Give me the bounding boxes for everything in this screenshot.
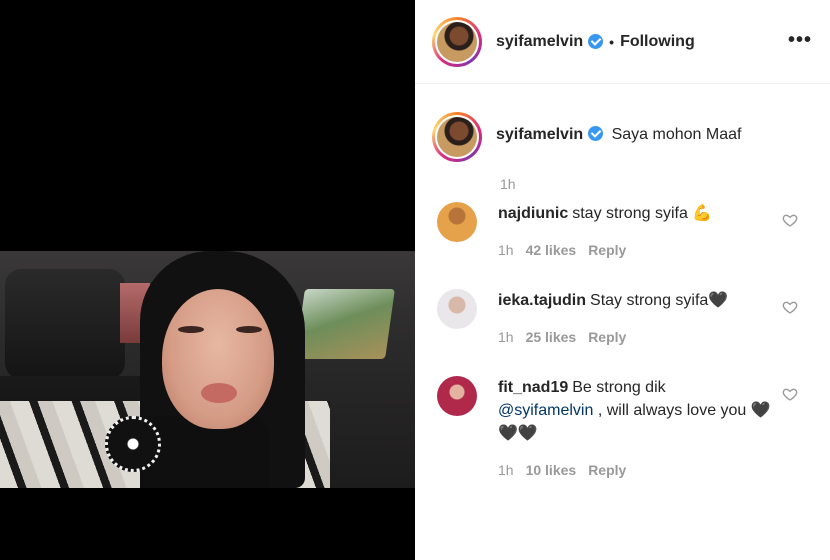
- caption-text: Saya mohon Maaf: [611, 126, 742, 143]
- comment-time[interactable]: 1h: [498, 242, 514, 258]
- header-username[interactable]: syifamelvin: [496, 33, 583, 51]
- comment-username[interactable]: ieka.tajudin: [498, 292, 586, 309]
- avatar[interactable]: [437, 21, 477, 62]
- comment-time[interactable]: 1h: [498, 462, 514, 478]
- caption-username[interactable]: syifamelvin: [496, 126, 583, 143]
- comment-likes[interactable]: 25 likes: [526, 329, 577, 345]
- car-window-right: [295, 289, 395, 359]
- post-media: [0, 0, 415, 560]
- comment-likes[interactable]: 42 likes: [526, 242, 577, 258]
- more-options-icon[interactable]: •••: [788, 30, 812, 50]
- left-eye: [178, 326, 204, 333]
- right-eye: [236, 326, 262, 333]
- commenter-avatar[interactable]: [437, 289, 477, 329]
- caption-avatar[interactable]: [437, 117, 477, 157]
- verified-badge-icon: [588, 34, 604, 49]
- comment-username[interactable]: najdiunic: [498, 205, 568, 222]
- comment-username[interactable]: fit_nad19: [498, 379, 568, 396]
- following-button[interactable]: Following: [620, 33, 695, 51]
- comment-item: najdiunic stay strong syifa 💪 1h 42 likes R…: [437, 202, 788, 262]
- caption-story-ring[interactable]: [432, 112, 482, 162]
- commenter-avatar[interactable]: [437, 376, 477, 416]
- comment-text: stay strong syifa 💪: [572, 205, 713, 222]
- comment-text: Stay strong syifa🖤: [590, 292, 729, 309]
- lips: [201, 383, 237, 403]
- heart-icon[interactable]: [782, 386, 798, 402]
- dress-flower: [105, 416, 161, 472]
- comment-item: fit_nad19 Be strong dik @syifamelvin , wil…: [437, 376, 788, 482]
- caption-time: 1h: [500, 176, 516, 192]
- comment-item: ieka.tajudin Stay strong syifa🖤 1h 25 like…: [437, 289, 788, 349]
- car-seat: [5, 269, 125, 379]
- instagram-post-modal: syifamelvin • Following ••• syifamelvin …: [0, 0, 830, 560]
- post-side-panel: syifamelvin • Following ••• syifamelvin …: [415, 0, 830, 560]
- comment-likes[interactable]: 10 likes: [526, 462, 577, 478]
- verified-badge-icon: [588, 126, 604, 141]
- heart-icon[interactable]: [782, 212, 798, 228]
- reply-button[interactable]: Reply: [588, 462, 626, 478]
- reply-button[interactable]: Reply: [588, 329, 626, 345]
- comment-mention[interactable]: @syifamelvin: [498, 402, 593, 419]
- commenter-avatar[interactable]: [437, 202, 477, 242]
- person-face: [162, 289, 274, 429]
- post-header: syifamelvin • Following •••: [415, 0, 830, 84]
- story-ring[interactable]: [432, 16, 482, 67]
- heart-icon[interactable]: [782, 299, 798, 315]
- post-video[interactable]: [0, 251, 415, 488]
- header-separator: •: [609, 33, 615, 50]
- comment-text: Be strong dik: [572, 379, 666, 396]
- reply-button[interactable]: Reply: [588, 242, 626, 258]
- comment-time[interactable]: 1h: [498, 329, 514, 345]
